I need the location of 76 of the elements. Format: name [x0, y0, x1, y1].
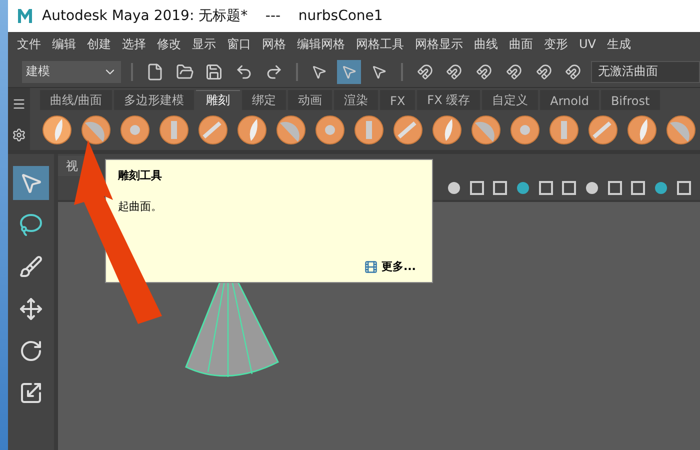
- sculpt-brush-icon[interactable]: [393, 115, 423, 145]
- menu-icon[interactable]: [12, 96, 26, 110]
- app-logo-icon: [16, 7, 34, 25]
- window-title: Autodesk Maya 2019: 无标题* --- nurbsCone1: [42, 7, 383, 25]
- viewport-tool-icon[interactable]: [561, 180, 577, 196]
- undo-icon: [235, 62, 254, 80]
- shelf-tab[interactable]: 渲染: [334, 90, 378, 110]
- shelf-tab[interactable]: Bifrost: [600, 90, 660, 110]
- select-mode-button[interactable]: [337, 60, 362, 84]
- menu-item[interactable]: 生成: [607, 36, 631, 52]
- menu-item[interactable]: 编辑网格: [297, 36, 345, 52]
- menu-item[interactable]: 编辑: [52, 36, 76, 52]
- shelf-tab[interactable]: 动画: [288, 90, 332, 110]
- viewport-tool-icon[interactable]: [584, 180, 600, 196]
- sculpt-brush-icon[interactable]: [120, 115, 150, 145]
- menu-item[interactable]: 变形: [544, 36, 568, 52]
- viewport-tool-icon[interactable]: [676, 180, 692, 196]
- shelf-tab[interactable]: 绑定: [242, 90, 286, 110]
- sculpt-brush-icon[interactable]: [42, 115, 72, 145]
- viewport-tool-icon[interactable]: [607, 180, 623, 196]
- sculpt-brush-icon[interactable]: [237, 115, 267, 145]
- shelf-tab[interactable]: FX 缓存: [417, 90, 480, 110]
- settings-icon[interactable]: [12, 128, 26, 142]
- pointer-icon: [341, 64, 358, 80]
- sculpt-brush-icon[interactable]: [354, 115, 384, 145]
- menu-item[interactable]: 创建: [87, 36, 111, 52]
- sculpt-brush-icon[interactable]: [432, 115, 462, 145]
- menu-item[interactable]: 选择: [122, 36, 146, 52]
- viewport-tool-icon[interactable]: [446, 180, 462, 196]
- menu-item[interactable]: 网格显示: [415, 36, 463, 52]
- shelf-tab[interactable]: FX: [380, 90, 416, 110]
- pointer-icon: [19, 171, 43, 195]
- more-link[interactable]: 更多...: [364, 259, 416, 274]
- pointer-icon: [370, 64, 387, 80]
- sculpt-brush-icon[interactable]: [627, 115, 657, 145]
- mode-dropdown[interactable]: 建模: [22, 60, 121, 82]
- sculpt-brush-icon[interactable]: [276, 115, 306, 145]
- menu-item[interactable]: 网格工具: [356, 36, 404, 52]
- shelf-tab[interactable]: Arnold: [540, 90, 599, 110]
- sculpt-brush-icon[interactable]: [510, 115, 540, 145]
- tooltip-title: 雕刻工具: [118, 168, 163, 183]
- tooltip-description: 起曲面。: [118, 199, 163, 214]
- scale-icon: [19, 381, 43, 405]
- viewport-tool-icon[interactable]: [492, 180, 508, 196]
- menu-item[interactable]: 曲线: [474, 36, 498, 52]
- viewport-tool-icon[interactable]: [538, 180, 554, 196]
- sculpt-brush-icon[interactable]: [315, 115, 345, 145]
- viewport-tool-icon[interactable]: [469, 180, 485, 196]
- sculpt-brush-icon[interactable]: [471, 115, 501, 145]
- redo-icon: [264, 62, 283, 80]
- shelf-tab[interactable]: 自定义: [482, 90, 538, 110]
- viewport-tool-icon[interactable]: [630, 180, 646, 196]
- move-icon: [19, 297, 43, 321]
- menu-item[interactable]: 文件: [17, 36, 41, 52]
- shelf-tab[interactable]: 曲线/曲面: [40, 90, 112, 110]
- rotate-icon: [19, 339, 43, 363]
- sculpt-brush-icon[interactable]: [159, 115, 189, 145]
- menu-item[interactable]: 曲面: [509, 36, 533, 52]
- sculpt-brush-icon[interactable]: [198, 115, 228, 145]
- sculpt-brush-icon[interactable]: [588, 115, 618, 145]
- live-surface-field[interactable]: 无激活曲面: [591, 60, 700, 82]
- menu-item[interactable]: 显示: [192, 36, 216, 52]
- sculpt-brush-icon[interactable]: [81, 115, 111, 145]
- menu-item[interactable]: 窗口: [227, 36, 251, 52]
- sculpt-brush-icon[interactable]: [666, 115, 696, 145]
- film-icon: [364, 260, 378, 274]
- shelf-tab[interactable]: 多边形建模: [114, 90, 194, 110]
- pointer-icon: [311, 64, 328, 80]
- sculpt-brush-icon[interactable]: [549, 115, 579, 145]
- viewport-tool-icon[interactable]: [515, 180, 531, 196]
- menu-item[interactable]: 修改: [157, 36, 181, 52]
- viewport-tool-icon[interactable]: [653, 180, 669, 196]
- menu-item[interactable]: UV: [579, 37, 596, 51]
- brush-icon: [19, 255, 43, 279]
- lasso-icon: [19, 213, 43, 237]
- menu-item[interactable]: 网格: [262, 36, 286, 52]
